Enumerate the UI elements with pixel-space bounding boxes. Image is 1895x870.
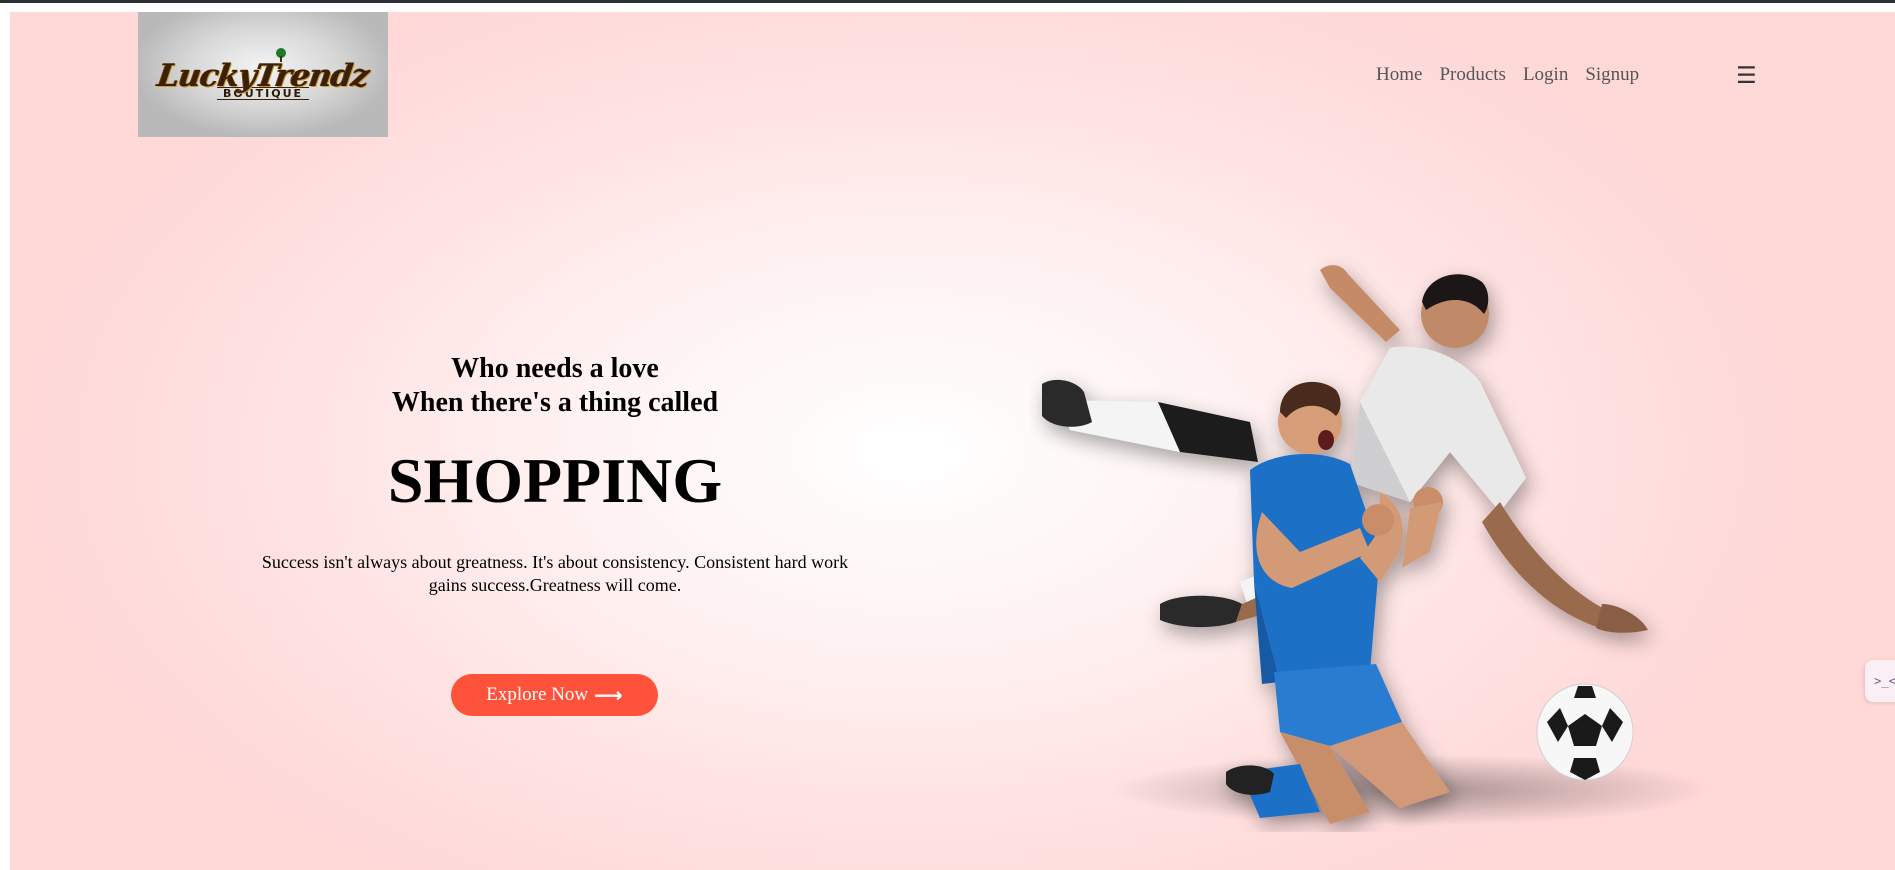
nav-link-login[interactable]: Login xyxy=(1523,64,1568,86)
main-nav: Home Products Login Signup xyxy=(1376,64,1639,86)
hero-section: Who needs a love When there's a thing ca… xyxy=(240,352,870,597)
site-logo[interactable]: LuckyTrendz BOUTIQUE xyxy=(138,12,388,137)
nav-link-signup[interactable]: Signup xyxy=(1585,64,1639,86)
page-background: LuckyTrendz BOUTIQUE Home Products Login… xyxy=(10,12,1895,870)
hero-line-1: Who needs a love xyxy=(451,353,659,384)
nav-link-products[interactable]: Products xyxy=(1439,64,1506,86)
hero-line-2: When there's a thing called xyxy=(391,387,719,418)
hero-headline: SHOPPING xyxy=(387,445,723,516)
side-widget-label: >_< xyxy=(1874,674,1895,688)
soccer-ball-icon xyxy=(1536,683,1634,781)
logo-brand-text: LuckyTrendz xyxy=(155,57,371,94)
nav-link-home[interactable]: Home xyxy=(1376,64,1422,86)
hamburger-menu-icon[interactable]: ☰ xyxy=(1736,63,1757,89)
explore-now-label: Explore Now xyxy=(486,684,589,705)
football-players-image xyxy=(1042,265,1710,826)
browser-top-border xyxy=(0,0,1895,3)
assistant-icon[interactable]: >_< xyxy=(1865,660,1895,702)
explore-now-button[interactable]: Explore Now ⟶ xyxy=(451,674,658,716)
arrow-right-icon: ⟶ xyxy=(594,683,623,707)
hero-description: Success isn't always about greatness. It… xyxy=(261,552,849,595)
